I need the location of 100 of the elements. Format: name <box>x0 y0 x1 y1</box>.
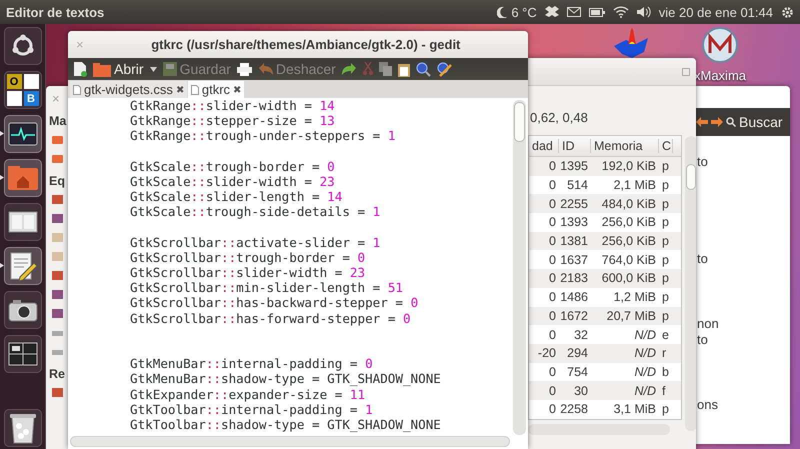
desktop-icon-label[interactable]: xMaxima <box>694 68 746 83</box>
printer-icon <box>236 62 252 76</box>
search-icon <box>416 62 431 76</box>
table-cell-text: 3,1 MiB <box>612 402 657 416</box>
launcher-item[interactable] <box>4 335 42 373</box>
table-cell-text: 1395 <box>559 159 589 174</box>
trash-icon <box>8 412 36 444</box>
list-item[interactable]: ons <box>697 397 790 414</box>
table-cell-text: 0 <box>548 234 557 248</box>
code-line: GtkRange::slider-width = 14 <box>130 98 336 114</box>
battery-icon <box>588 8 605 16</box>
launcher-item[interactable] <box>4 409 42 447</box>
scrollbar[interactable] <box>685 136 696 431</box>
maximize-icon <box>682 68 690 76</box>
table-cell-text: 754 <box>566 364 589 379</box>
save-icon <box>162 62 177 76</box>
launcher-item[interactable] <box>4 115 42 153</box>
table-cell-text: 0 <box>548 252 557 267</box>
table-cell-text: p <box>661 159 670 174</box>
window-title: gtkrc (/usr/share/themes/Ambiance/gtk-2.0) - gedit <box>150 37 462 52</box>
list-item[interactable]: to <box>697 332 790 348</box>
mail-icon <box>566 7 581 17</box>
column-header[interactable]: ID <box>559 139 591 153</box>
scrollbar[interactable] <box>70 436 510 447</box>
camera-icon <box>8 298 38 322</box>
scrollbar[interactable] <box>528 424 670 435</box>
paste-button[interactable] <box>398 62 410 76</box>
table-cell-text: p <box>661 215 670 230</box>
list-item[interactable]: to <box>697 251 790 268</box>
replace-button[interactable] <box>436 62 452 76</box>
launcher-item[interactable] <box>4 27 42 65</box>
table-cell-text: 764,0 KiB <box>600 252 657 267</box>
table-cell-text: 2258 <box>559 402 589 416</box>
launcher-item[interactable] <box>4 203 42 241</box>
table-cell-text: p <box>661 234 670 248</box>
table-cell-text: 1381 <box>559 234 589 248</box>
table-cell-text: 1486 <box>559 290 589 304</box>
document-tab[interactable]: gtk-widgets.css ✖ <box>70 81 187 98</box>
forward-arrow-icon <box>711 117 723 127</box>
temperature[interactable]: 6 °C <box>511 4 537 20</box>
copy-icon <box>378 62 392 76</box>
table-cell-text: 2255 <box>559 196 589 211</box>
code-line: GtkScrollbar::has-forward-stepper = 0 <box>130 310 412 326</box>
code-line: GtkMenuBar::internal-padding = 0 <box>130 356 374 372</box>
volume-icon <box>636 6 651 18</box>
table-cell-text: 0 <box>548 271 557 286</box>
table-cell-text: p <box>661 178 670 192</box>
table-cell-text: N/D <box>633 364 657 379</box>
code-line: GtkScrollbar::has-backward-stepper = 0 <box>130 295 420 311</box>
new-document-icon <box>73 61 87 77</box>
column-header[interactable]: Memoria <box>591 139 659 153</box>
table-cell-text: 0 <box>548 215 557 230</box>
close-tab-button[interactable]: ✖ <box>233 84 242 96</box>
new-button[interactable] <box>73 61 87 77</box>
dropdown-button[interactable] <box>150 66 157 72</box>
table-cell-text: 1393 <box>559 215 589 230</box>
app-title: Editor de textos <box>6 4 106 20</box>
clock[interactable]: vie 20 de ene 01:44 <box>658 4 773 20</box>
launcher-item[interactable] <box>4 247 42 285</box>
document-tab[interactable]: gtkrc ✖ <box>188 81 244 98</box>
redo-button[interactable] <box>342 63 357 75</box>
table-cell-text: 0 <box>548 364 557 379</box>
launcher-item[interactable] <box>4 291 42 329</box>
search-icon <box>726 117 736 127</box>
wifi-icon <box>612 6 629 18</box>
file-icon <box>73 84 81 94</box>
ubuntu-logo-icon <box>10 34 34 58</box>
open-button[interactable]: Abrir <box>93 61 144 77</box>
table-cell-text: p <box>661 271 670 286</box>
caret-icon <box>150 66 157 72</box>
code-line: GtkRange::stepper-size = 13 <box>130 113 336 128</box>
sidebar-heading: Ma <box>49 114 68 128</box>
code-line: GtkScale::slider-width = 23 <box>130 174 336 190</box>
column-header[interactable]: dad <box>529 139 559 153</box>
list-item[interactable]: non <box>697 316 790 332</box>
code-line: GtkScrollbar::min-slider-length = 51 <box>130 280 404 296</box>
code-line: GtkToolbar::shadow-type = GTK_SHADOW_NONE <box>130 416 442 432</box>
system-monitor-icon <box>8 122 38 146</box>
table-cell-text: 1,2 MiB <box>612 290 657 304</box>
table-cell-text: 0 <box>548 402 557 416</box>
find-button[interactable] <box>416 62 431 76</box>
code-line: GtkToolbar::internal-padding = 1 <box>130 402 374 417</box>
table-cell-text: f <box>661 384 666 398</box>
table-cell-text: N/D <box>633 328 657 342</box>
column-header[interactable]: C <box>659 139 673 153</box>
code-line: GtkExpander::expander-size = 11 <box>130 386 366 402</box>
list-item[interactable]: to <box>697 154 790 170</box>
table-cell-text: 294 <box>566 346 589 360</box>
table-cell-text: 20,7 MiB <box>606 308 657 323</box>
clipboard-icon <box>398 62 410 76</box>
undo-arrow-icon <box>258 63 273 75</box>
table-cell-text: 0 <box>548 328 557 342</box>
surface-plot-icon <box>612 26 650 60</box>
close-tab-button[interactable]: ✖ <box>176 84 184 96</box>
code-line: GtkScale::trough-border = 0 <box>130 158 336 174</box>
file-icon <box>190 84 199 94</box>
scrollbar[interactable] <box>513 100 526 435</box>
table-cell-text: 0 <box>548 308 557 323</box>
redo-arrow-icon <box>342 63 357 75</box>
print-button[interactable] <box>236 62 252 76</box>
